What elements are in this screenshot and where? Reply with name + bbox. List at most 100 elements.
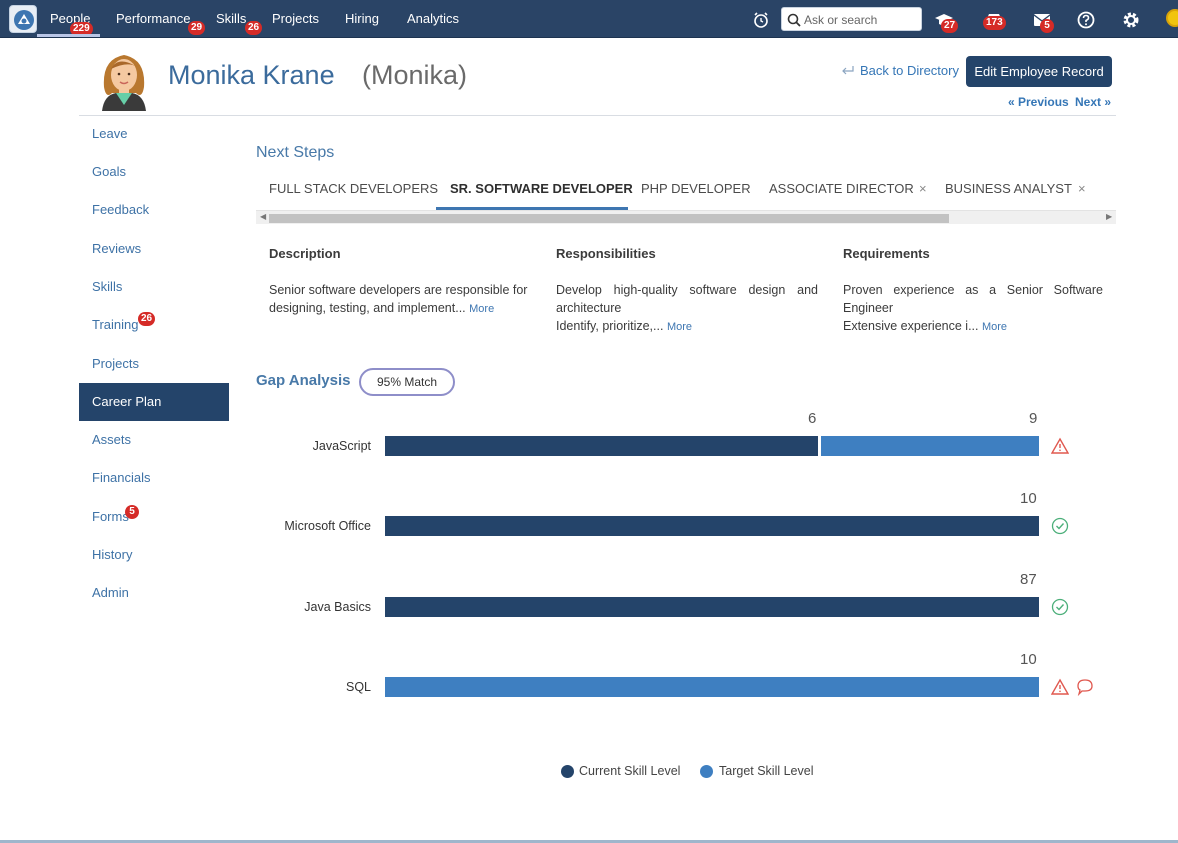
back-to-directory-link[interactable]: Back to Directory (860, 63, 959, 78)
back-arrow-icon (842, 66, 854, 75)
warning-icon (1051, 437, 1069, 454)
app-logo[interactable] (9, 5, 37, 33)
tab-associate-director[interactable]: ASSOCIATE DIRECTOR (769, 181, 914, 196)
help-icon[interactable] (1076, 10, 1096, 30)
sidebar-item-label: Goals (92, 164, 126, 179)
skill-label: SQL (345, 680, 371, 694)
tab-sr-software-developer[interactable]: SR. SOFTWARE DEVELOPER (450, 181, 633, 196)
sidebar-item-goals[interactable]: Goals (79, 153, 229, 191)
next-steps-title: Next Steps (256, 144, 335, 161)
nav-hiring-label: Hiring (345, 11, 379, 26)
bar-value-label: 87 (1020, 571, 1037, 588)
sidebar-item-label: Feedback (92, 202, 150, 217)
target-skill-bar (821, 436, 1039, 456)
bar-value-label: 6 (808, 410, 817, 427)
nav-skills[interactable]: Skills (216, 11, 246, 26)
tab-full-stack-developers[interactable]: FULL STACK DEVELOPERS (269, 181, 438, 196)
sidebar-item-forms[interactable]: Forms 5 (79, 498, 229, 536)
sidebar-item-feedback[interactable]: Feedback (79, 191, 229, 229)
warning-icon (1051, 678, 1069, 695)
nav-hiring[interactable]: Hiring (345, 11, 379, 26)
match-badge: 95% Match (359, 368, 455, 396)
sidebar-item-label: Forms (92, 509, 129, 524)
scroll-left-icon[interactable]: ◀ (260, 212, 266, 221)
nav-skills-label: Skills (216, 11, 247, 26)
sidebar-item-label: Financials (92, 470, 151, 485)
sidebar-item-label: Assets (92, 432, 132, 447)
check-icon (1051, 517, 1069, 535)
sidebar-item-training[interactable]: Training 26 (79, 306, 229, 344)
legend-target-label: Target Skill Level (719, 764, 814, 778)
top-navbar: People 229 Performance 29 Skills 26 Proj… (0, 0, 1178, 38)
courses-badge: 27 (941, 19, 959, 33)
employee-name: Monika Krane (168, 60, 335, 90)
sidebar-item-leave[interactable]: Leave (79, 115, 229, 153)
tabs-scrollbar[interactable]: ◀ ▶ (256, 210, 1116, 224)
description-more-link[interactable]: More (469, 303, 494, 315)
sidebar-item-financials[interactable]: Financials (79, 459, 229, 497)
skill-label: Microsoft Office (284, 519, 371, 533)
nav-projects[interactable]: Projects (272, 11, 319, 26)
sidebar-item-label: Projects (92, 356, 139, 371)
description-text: Senior software developers are responsib… (269, 281, 539, 318)
user-avatar[interactable] (1166, 9, 1178, 27)
nav-performance-badge: 29 (188, 21, 206, 35)
sidebar-item-projects[interactable]: Projects (79, 345, 229, 383)
messages-badge: 5 (1040, 19, 1054, 33)
forms-badge: 5 (125, 505, 139, 519)
legend-current-label: Current Skill Level (579, 764, 681, 778)
nav-analytics[interactable]: Analytics (407, 11, 459, 26)
search-input[interactable]: Ask or search (804, 13, 877, 27)
legend-target-dot (700, 765, 713, 778)
sidebar-item-history[interactable]: History (79, 536, 229, 574)
close-tab-business-analyst-icon[interactable]: × (1078, 181, 1086, 196)
alarm-clock-icon[interactable] (751, 10, 771, 30)
nav-projects-label: Projects (272, 11, 319, 26)
legend-current-dot (561, 765, 574, 778)
active-nav-underline (37, 34, 100, 37)
current-skill-bar (385, 516, 1039, 536)
close-tab-associate-director-icon[interactable]: × (919, 181, 927, 196)
sidebar-item-assets[interactable]: Assets (79, 421, 229, 459)
nav-analytics-label: Analytics (407, 11, 460, 26)
sidebar-item-admin[interactable]: Admin (79, 574, 229, 612)
tab-php-developer[interactable]: PHP DEVELOPER (641, 181, 751, 196)
nav-performance-label: Performance (116, 11, 191, 26)
sidebar-item-label: Skills (92, 279, 123, 294)
search-icon (787, 13, 801, 27)
next-link[interactable]: Next » (1075, 95, 1111, 109)
training-badge: 26 (138, 312, 156, 326)
previous-link[interactable]: « Previous (1008, 95, 1069, 109)
sidebar-item-label: Reviews (92, 241, 142, 256)
responsibilities-more-link[interactable]: More (667, 321, 692, 333)
sidebar-item-label: Career Plan (92, 394, 162, 409)
profile-header: Monika Krane (Monika) Back to Directory … (79, 40, 1116, 116)
sidebar-item-career-plan[interactable]: Career Plan (79, 383, 229, 421)
description-heading: Description (269, 246, 341, 261)
bar-value-label: 9 (1029, 410, 1038, 427)
skill-label: JavaScript (312, 439, 371, 453)
sidebar-item-label: Leave (92, 126, 128, 141)
inbox-badge: 173 (983, 16, 1006, 30)
employee-nickname: (Monika) (362, 60, 468, 90)
requirements-more-link[interactable]: More (982, 321, 1007, 333)
requirements-text: Proven experience as a Senior Software E… (843, 281, 1103, 336)
profile-avatar (102, 55, 146, 111)
scroll-right-icon[interactable]: ▶ (1106, 212, 1112, 221)
sidebar-item-reviews[interactable]: Reviews (79, 230, 229, 268)
sidebar-item-skills[interactable]: Skills (79, 268, 229, 306)
responsibilities-heading: Responsibilities (556, 246, 656, 261)
gap-analysis-title: Gap Analysis (256, 372, 351, 389)
tab-business-analyst[interactable]: BUSINESS ANALYST (945, 181, 1072, 196)
current-skill-bar (385, 597, 1039, 617)
edit-employee-record-button[interactable]: Edit Employee Record (966, 56, 1112, 87)
sidebar-item-label: History (92, 547, 133, 562)
nav-performance[interactable]: Performance (116, 11, 190, 26)
requirements-body: Proven experience as a Senior Software E… (843, 283, 1103, 333)
check-icon (1051, 598, 1069, 616)
gear-icon[interactable] (1121, 10, 1141, 30)
requirements-heading: Requirements (843, 246, 930, 261)
scroll-thumb[interactable] (269, 214, 949, 223)
search-box[interactable]: Ask or search (781, 7, 922, 31)
comment-icon[interactable] (1076, 678, 1094, 696)
